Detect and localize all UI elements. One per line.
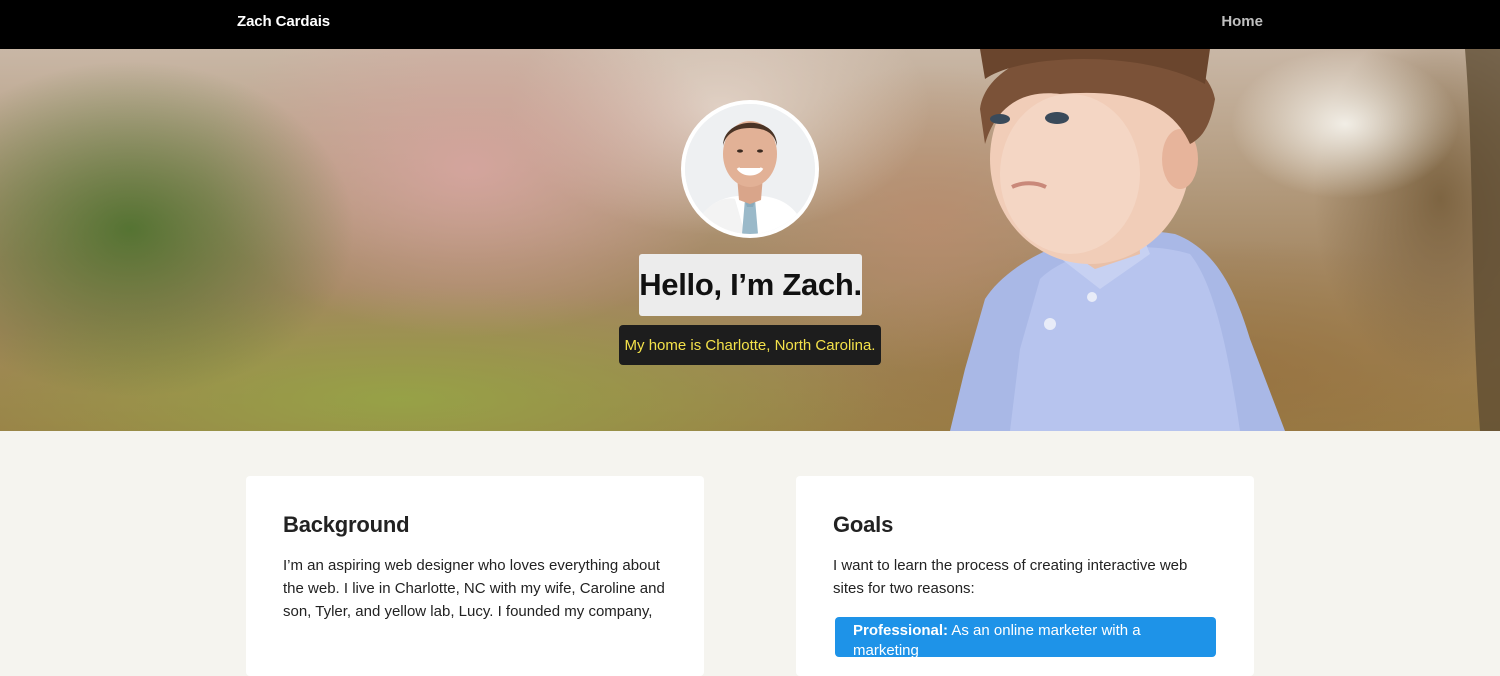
goals-text: I want to learn the process of creating … xyxy=(833,557,1188,597)
hero-subline: My home is Charlotte, North Carolina. xyxy=(624,336,876,354)
background-card: Background I’m an aspiring web designer … xyxy=(246,476,704,676)
profile-avatar xyxy=(681,100,819,238)
subline-box: My home is Charlotte, North Carolina. xyxy=(619,325,881,365)
goals-callout: Professional: As an online marketer with… xyxy=(835,617,1216,659)
goals-card: Goals I want to learn the process of cre… xyxy=(796,476,1254,676)
brand-link[interactable]: Zach Cardais xyxy=(237,13,330,30)
hero-headline: Hello, I’m Zach. xyxy=(639,267,862,302)
callout-label: Professional: xyxy=(853,622,949,639)
headline-box: Hello, I’m Zach. xyxy=(639,254,862,316)
background-text: I’m an aspiring web designer who loves e… xyxy=(283,557,665,620)
goals-title: Goals xyxy=(833,512,894,537)
profile-photo xyxy=(685,104,815,234)
nav-link-home[interactable]: Home xyxy=(1221,13,1263,30)
hero-banner: Hello, I’m Zach. My home is Charlotte, N… xyxy=(0,49,1500,431)
background-title: Background xyxy=(283,512,410,537)
top-navbar: Zach Cardais Home xyxy=(0,0,1500,49)
